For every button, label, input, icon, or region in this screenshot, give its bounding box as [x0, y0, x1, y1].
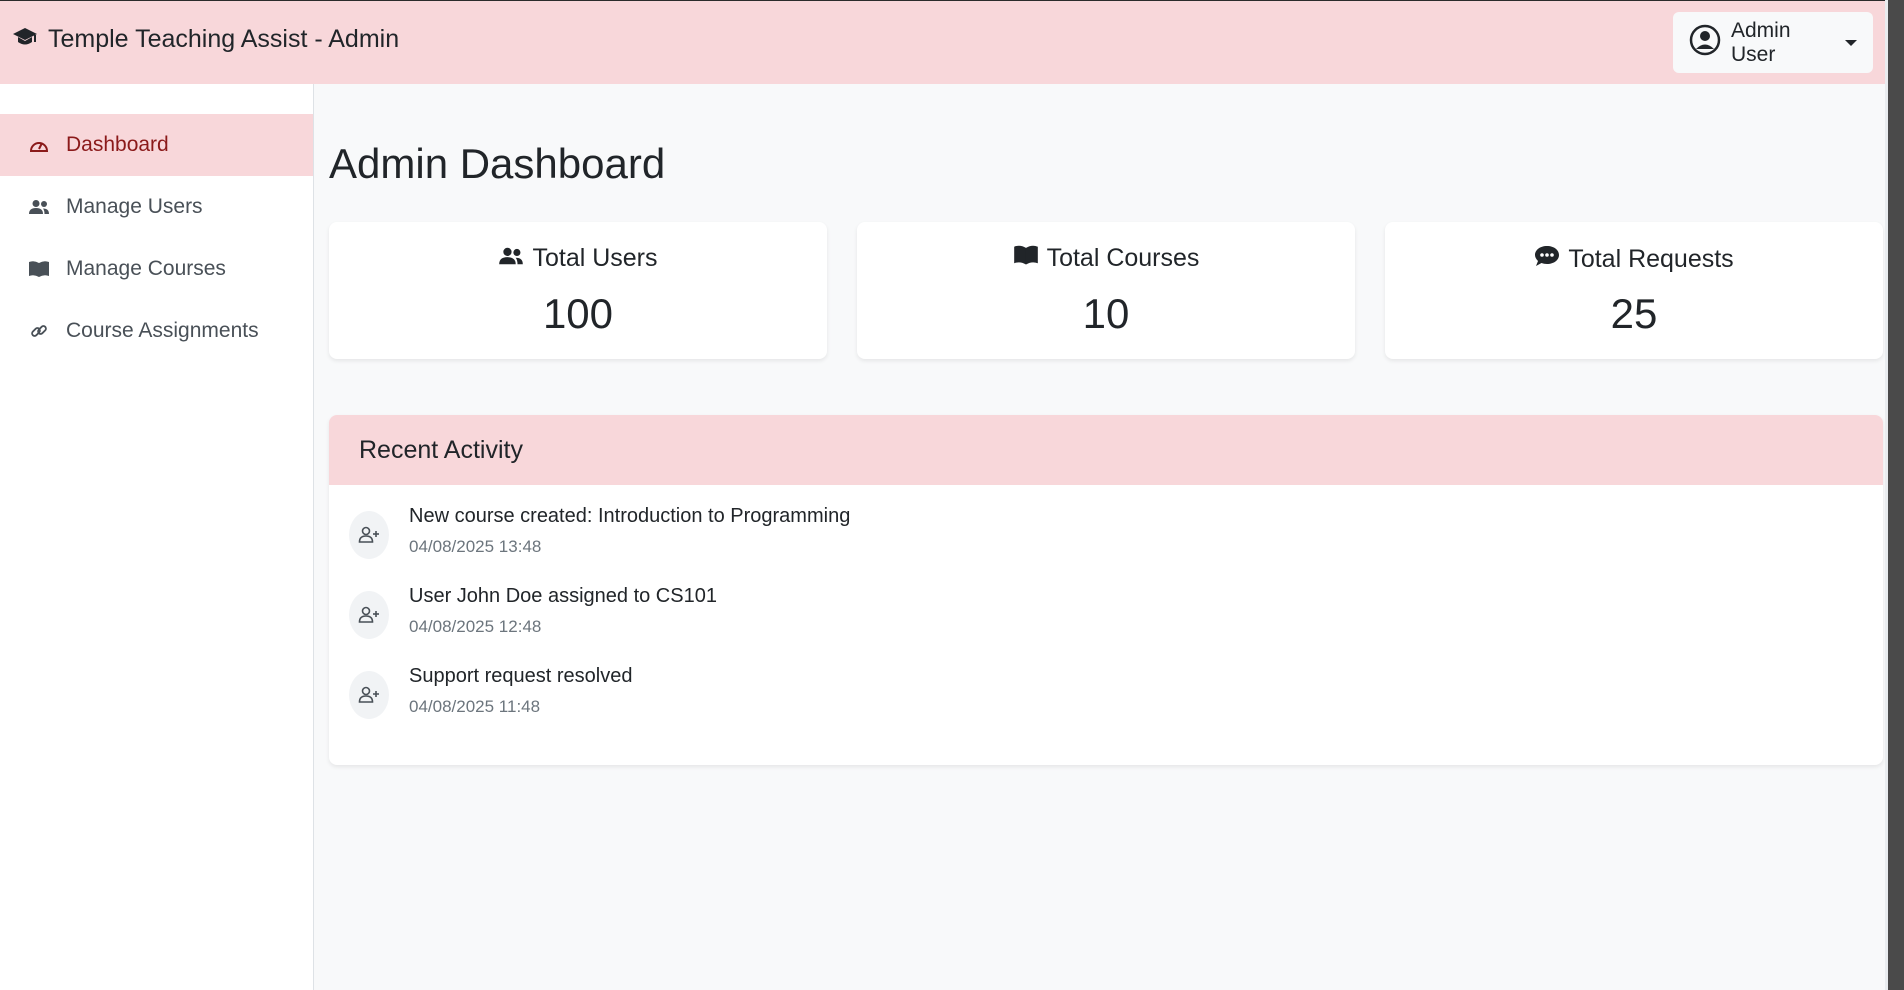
link-icon	[28, 320, 50, 342]
sidebar-nav: Dashboard Manage Users Manage Courses Co…	[0, 114, 313, 362]
sidebar-item-label: Manage Courses	[66, 257, 226, 280]
user-circle-icon	[1689, 24, 1721, 61]
gauge-icon	[28, 134, 50, 156]
activity-list: New course created: Introduction to Prog…	[329, 485, 1883, 735]
stat-label: Total Requests	[1568, 245, 1734, 273]
user-plus-icon	[349, 511, 389, 559]
user-name: Admin User	[1731, 18, 1791, 66]
app-title: Temple Teaching Assist - Admin	[48, 25, 400, 53]
user-plus-icon	[349, 671, 389, 719]
activity-time: 04/08/2025 11:48	[409, 697, 541, 716]
activity-time: 04/08/2025 13:48	[409, 537, 542, 556]
user-plus-icon	[349, 591, 389, 639]
users-icon	[28, 196, 50, 218]
brand[interactable]: Temple Teaching Assist - Admin	[12, 25, 399, 54]
book-icon	[28, 258, 50, 280]
list-item: User John Doe assigned to CS101 04/08/20…	[329, 575, 1883, 655]
graduation-cap-icon	[12, 26, 38, 53]
activity-text: Support request resolved	[409, 665, 633, 687]
sidebar-item-label: Manage Users	[66, 195, 203, 218]
list-item: Support request resolved 04/08/2025 11:4…	[329, 655, 1883, 735]
chevron-down-icon	[1845, 39, 1857, 46]
page-title: Admin Dashboard	[329, 140, 666, 187]
sidebar: Dashboard Manage Users Manage Courses Co…	[0, 84, 314, 990]
sidebar-item-manage-courses[interactable]: Manage Courses	[0, 238, 313, 300]
sidebar-item-dashboard[interactable]: Dashboard	[0, 114, 313, 176]
recent-activity-header: Recent Activity	[329, 415, 1883, 485]
users-icon	[498, 244, 524, 273]
sidebar-item-label: Dashboard	[66, 133, 169, 156]
stat-value: 25	[1610, 290, 1658, 337]
stat-label: Total Users	[532, 244, 658, 272]
stat-value: 100	[542, 290, 614, 337]
stat-value: 10	[1082, 290, 1130, 337]
stat-card-total-courses: Total Courses 10	[857, 222, 1355, 359]
stat-label: Total Courses	[1046, 244, 1200, 272]
sidebar-item-label: Course Assignments	[66, 319, 259, 342]
stat-header: Total Requests	[1385, 244, 1883, 275]
top-navbar: Temple Teaching Assist - Admin Admin Use…	[0, 0, 1885, 84]
book-icon	[1013, 244, 1039, 273]
activity-time: 04/08/2025 12:48	[409, 617, 542, 636]
stat-header: Total Courses	[857, 244, 1355, 273]
list-item: New course created: Introduction to Prog…	[329, 495, 1883, 575]
stat-card-total-users: Total Users 100	[329, 222, 827, 359]
window-edge	[1885, 0, 1904, 990]
activity-text: New course created: Introduction to Prog…	[409, 505, 851, 527]
user-menu-button[interactable]: Admin User	[1673, 12, 1873, 73]
recent-activity-card: Recent Activity New course created: Intr…	[329, 415, 1883, 765]
sidebar-item-manage-users[interactable]: Manage Users	[0, 176, 313, 238]
comment-dots-icon	[1534, 244, 1560, 275]
stat-card-total-requests: Total Requests 25	[1385, 222, 1883, 359]
activity-text: User John Doe assigned to CS101	[409, 585, 717, 607]
sidebar-item-course-assignments[interactable]: Course Assignments	[0, 300, 313, 362]
stat-header: Total Users	[329, 244, 827, 273]
